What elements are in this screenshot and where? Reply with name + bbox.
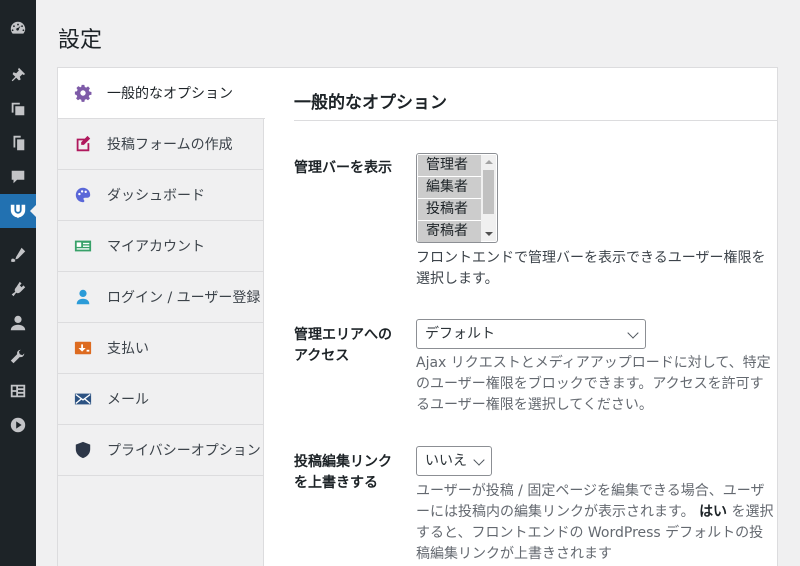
tools-icon[interactable] [0,340,36,374]
listbox-option[interactable]: 編集者 [418,177,481,198]
tab-label: ダッシュボード [107,188,205,204]
section-title: 一般的なオプション [294,93,447,113]
override-edit-link-label-line1: 投稿編集リンク [294,454,392,470]
tab-dashboard[interactable]: ダッシュボード [58,170,264,221]
scroll-down-arrow-icon[interactable] [485,232,493,236]
admin-access-description: Ajax リクエストとメディアアップロードに対して、特定のユーザー権限をブロック… [416,355,771,413]
page-title: 設定 [58,28,103,53]
listbox-scrollbar[interactable] [481,155,496,241]
listbox-option[interactable]: 寄稿者 [418,221,481,242]
tab-label: 投稿フォームの作成 [107,137,233,153]
chevron-down-icon [473,454,485,466]
pin-icon[interactable] [0,58,36,92]
shield-icon [73,440,93,460]
tab-general-options[interactable]: 一般的なオプション [58,68,265,119]
gear-icon [73,83,93,103]
tab-label: プライバシーオプション [107,443,261,459]
tab-my-account[interactable]: マイアカウント [58,221,264,272]
admin-bar-description: フロントエンドで管理バーを表示できるユーザー権限を選択します。 [416,250,766,287]
listbox-option[interactable]: 管理者 [418,155,481,176]
appearance-icon[interactable] [0,238,36,272]
mail-icon [73,389,93,409]
scroll-up-arrow-icon[interactable] [485,160,493,164]
tab-label: 一般的なオプション [107,86,233,102]
override-edit-link-select[interactable]: いいえ [416,446,492,476]
dashboard-icon[interactable] [0,11,36,45]
tab-post-form-builder[interactable]: 投稿フォームの作成 [58,119,264,170]
admin-access-select[interactable]: デフォルト [416,319,646,349]
override-edit-link-label-line2: を上書きする [294,475,378,491]
admin-access-label: 管理エリアへの アクセス [294,325,392,367]
listbox-option[interactable]: 投稿者 [418,199,481,220]
admin-access-label-line1: 管理エリアへの [294,327,392,343]
palette-icon [73,185,93,205]
media-icon[interactable] [0,92,36,126]
settings-tabs: 一般的なオプション 投稿フォームの作成 ダッシュボード マイアカウント ログイン… [58,68,265,566]
comments-icon[interactable] [0,160,36,194]
user-icon [73,287,93,307]
description-bold-yes: はい [699,504,728,520]
tab-email[interactable]: メール [58,374,264,425]
settings-icon[interactable] [0,374,36,408]
play-icon[interactable] [0,408,36,442]
plugin-logo-icon[interactable] [0,194,37,228]
tab-login-registration[interactable]: ログイン / ユーザー登録 [58,272,264,323]
tab-label: メール [107,392,149,408]
admin-sidebar [0,0,37,566]
edit-post-icon [73,134,93,154]
pages-icon[interactable] [0,126,36,160]
plugins-icon[interactable] [0,272,36,306]
tab-payments[interactable]: 支払い [58,323,264,374]
users-icon[interactable] [0,306,36,340]
override-edit-link-description: ユーザーが投稿 / 固定ページを編集できる場合、ユーザーには投稿内の編集リンクが… [416,481,776,565]
settings-panel: 一般的なオプション 投稿フォームの作成 ダッシュボード マイアカウント ログイン… [57,67,778,566]
scrollbar-thumb[interactable] [483,170,494,214]
tab-label: ログイン / ユーザー登録 [107,290,261,306]
admin-access-label-line2: アクセス [294,348,350,364]
admin-bar-label: 管理バーを表示 [294,160,392,176]
admin-bar-role-listbox[interactable]: 管理者 編集者 投稿者 寄稿者 [416,153,498,243]
override-edit-link-label: 投稿編集リンク を上書きする [294,452,392,494]
tab-label: マイアカウント [107,239,205,255]
chevron-down-icon [627,327,639,339]
active-menu-arrow [30,204,37,218]
admin-access-select-value: デフォルト [425,326,495,342]
section-divider [294,120,778,121]
tab-privacy-options[interactable]: プライバシーオプション [58,425,264,476]
payment-icon [73,338,93,358]
id-card-icon [73,236,93,256]
tab-label: 支払い [107,341,149,357]
override-edit-link-select-value: いいえ [425,453,467,469]
